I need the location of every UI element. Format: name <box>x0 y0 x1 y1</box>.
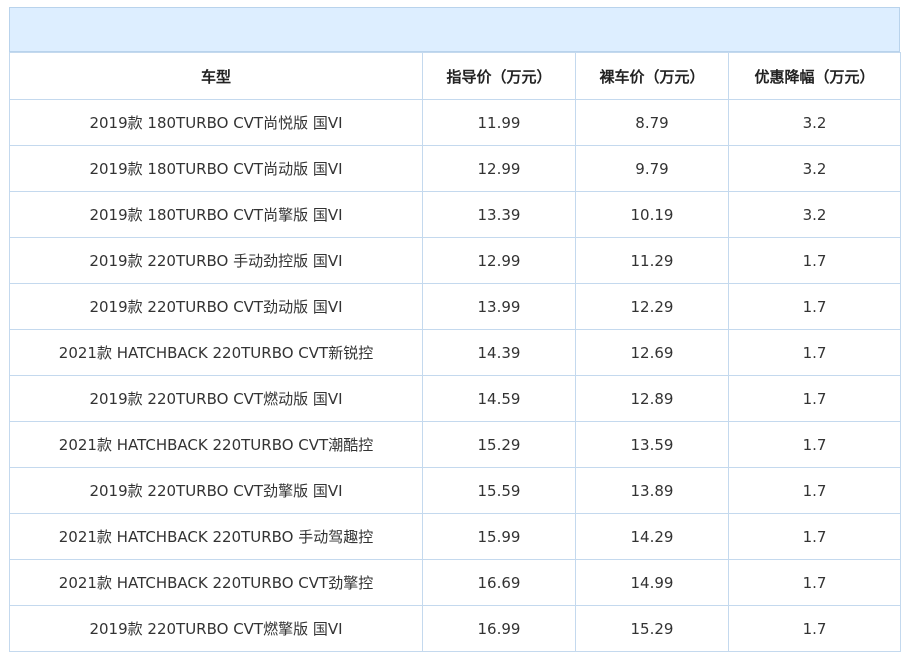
cell-guide-price: 12.99 <box>422 145 576 192</box>
cell-bare-price: 14.29 <box>575 513 729 560</box>
cell-model: 2021款 HATCHBACK 220TURBO CVT潮酷控 <box>9 421 423 468</box>
price-table-container: 车型 指导价（万元） 裸车价（万元） 优惠降幅（万元） 2019款 180TUR… <box>9 7 901 652</box>
cell-guide-price: 14.39 <box>422 329 576 376</box>
cell-guide-price: 13.39 <box>422 191 576 238</box>
table-row: 2021款 HATCHBACK 220TURBO CVT劲擎控 16.69 14.9… <box>9 559 901 606</box>
header-bare-price: 裸车价（万元） <box>575 52 729 100</box>
table-row: 2021款 HATCHBACK 220TURBO CVT潮酷控 15.29 13.5… <box>9 421 901 468</box>
cell-model: 2019款 220TURBO CVT燃动版 国VI <box>9 375 423 422</box>
table-row: 2019款 220TURBO CVT劲动版 国VI 13.99 12.29 1.7 <box>9 283 901 330</box>
cell-discount: 1.7 <box>728 329 901 376</box>
cell-model: 2019款 180TURBO CVT尚擎版 国VI <box>9 191 423 238</box>
table-body: 2019款 180TURBO CVT尚悦版 国VI 11.99 8.79 3.2 201… <box>9 99 901 652</box>
table-row: 2019款 180TURBO CVT尚悦版 国VI 11.99 8.79 3.2 <box>9 99 901 146</box>
table-row: 2019款 220TURBO CVT燃动版 国VI 14.59 12.89 1.7 <box>9 375 901 422</box>
cell-discount: 1.7 <box>728 513 901 560</box>
cell-bare-price: 10.19 <box>575 191 729 238</box>
cell-model: 2019款 220TURBO CVT劲动版 国VI <box>9 283 423 330</box>
cell-discount: 3.2 <box>728 145 901 192</box>
cell-discount: 1.7 <box>728 421 901 468</box>
cell-model: 2021款 HATCHBACK 220TURBO CVT劲擎控 <box>9 559 423 606</box>
table-row: 2019款 180TURBO CVT尚擎版 国VI 13.39 10.19 3.2 <box>9 191 901 238</box>
price-table: 车型 指导价（万元） 裸车价（万元） 优惠降幅（万元） 2019款 180TUR… <box>9 52 901 652</box>
cell-guide-price: 15.59 <box>422 467 576 514</box>
cell-guide-price: 16.69 <box>422 559 576 606</box>
cell-model: 2021款 HATCHBACK 220TURBO CVT新锐控 <box>9 329 423 376</box>
cell-guide-price: 15.29 <box>422 421 576 468</box>
table-row: 2019款 220TURBO CVT劲擎版 国VI 15.59 13.89 1.7 <box>9 467 901 514</box>
table-title-bar <box>9 7 900 52</box>
cell-discount: 1.7 <box>728 605 901 652</box>
cell-bare-price: 11.29 <box>575 237 729 284</box>
cell-discount: 1.7 <box>728 467 901 514</box>
table-row: 2021款 HATCHBACK 220TURBO 手动驾趣控 15.99 14.29… <box>9 513 901 560</box>
cell-discount: 3.2 <box>728 99 901 146</box>
cell-guide-price: 13.99 <box>422 283 576 330</box>
table-row: 2021款 HATCHBACK 220TURBO CVT新锐控 14.39 12.6… <box>9 329 901 376</box>
cell-discount: 3.2 <box>728 191 901 238</box>
cell-discount: 1.7 <box>728 237 901 284</box>
cell-bare-price: 12.69 <box>575 329 729 376</box>
header-model: 车型 <box>9 52 423 100</box>
header-guide-price: 指导价（万元） <box>422 52 576 100</box>
cell-model: 2021款 HATCHBACK 220TURBO 手动驾趣控 <box>9 513 423 560</box>
cell-guide-price: 11.99 <box>422 99 576 146</box>
header-discount: 优惠降幅（万元） <box>728 52 901 100</box>
cell-discount: 1.7 <box>728 559 901 606</box>
table-header-row: 车型 指导价（万元） 裸车价（万元） 优惠降幅（万元） <box>9 52 901 100</box>
cell-guide-price: 12.99 <box>422 237 576 284</box>
cell-bare-price: 14.99 <box>575 559 729 606</box>
cell-bare-price: 12.89 <box>575 375 729 422</box>
cell-model: 2019款 180TURBO CVT尚动版 国VI <box>9 145 423 192</box>
cell-guide-price: 14.59 <box>422 375 576 422</box>
table-row: 2019款 220TURBO 手动劲控版 国VI 12.99 11.29 1.7 <box>9 237 901 284</box>
cell-bare-price: 13.59 <box>575 421 729 468</box>
cell-bare-price: 8.79 <box>575 99 729 146</box>
cell-discount: 1.7 <box>728 283 901 330</box>
cell-bare-price: 15.29 <box>575 605 729 652</box>
table-row: 2019款 180TURBO CVT尚动版 国VI 12.99 9.79 3.2 <box>9 145 901 192</box>
cell-bare-price: 12.29 <box>575 283 729 330</box>
cell-model: 2019款 220TURBO CVT燃擎版 国VI <box>9 605 423 652</box>
cell-guide-price: 15.99 <box>422 513 576 560</box>
cell-model: 2019款 220TURBO CVT劲擎版 国VI <box>9 467 423 514</box>
cell-guide-price: 16.99 <box>422 605 576 652</box>
table-row: 2019款 220TURBO CVT燃擎版 国VI 16.99 15.29 1.7 <box>9 605 901 652</box>
cell-bare-price: 9.79 <box>575 145 729 192</box>
cell-bare-price: 13.89 <box>575 467 729 514</box>
cell-model: 2019款 180TURBO CVT尚悦版 国VI <box>9 99 423 146</box>
cell-model: 2019款 220TURBO 手动劲控版 国VI <box>9 237 423 284</box>
cell-discount: 1.7 <box>728 375 901 422</box>
